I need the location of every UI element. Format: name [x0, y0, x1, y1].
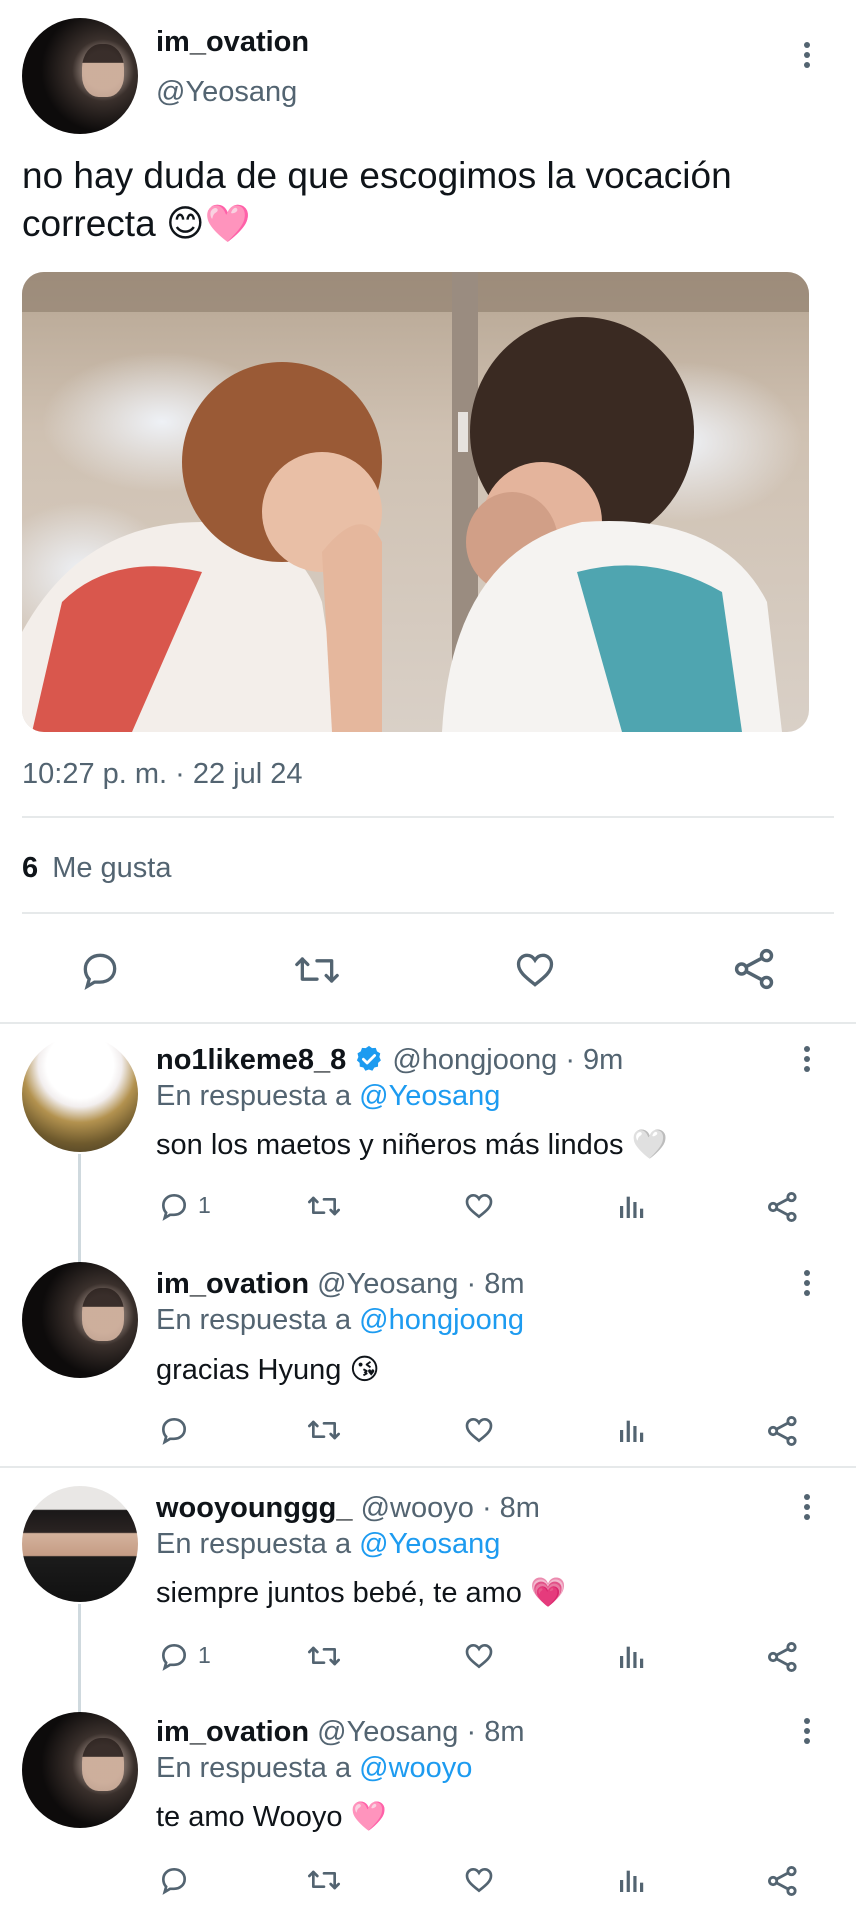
divider — [22, 912, 834, 914]
reply-text: son los maetos y niñeros más lindos 🤍 — [156, 1128, 668, 1162]
reply-context: En respuesta a @wooyo — [156, 1752, 472, 1785]
like-icon[interactable] — [512, 948, 558, 992]
handle[interactable]: @Yeosang — [317, 1716, 458, 1748]
display-name[interactable]: wooyounggg_ — [156, 1492, 353, 1524]
reply-emoji: 😘 — [349, 1354, 380, 1386]
display-name[interactable]: im_ovation — [156, 1268, 309, 1300]
share-icon[interactable] — [766, 1414, 800, 1448]
divider — [22, 816, 834, 818]
reply-prefix: En respuesta a — [156, 1304, 352, 1336]
reply-prefix: En respuesta a — [156, 1080, 352, 1112]
timestamp[interactable]: 10:27 p. m. · 22 jul 24 — [22, 758, 303, 791]
photo-illustration — [22, 272, 809, 732]
reply-text-body: gracias Hyung — [156, 1354, 342, 1386]
reply-header: im_ovation @Yeosang · 8m — [156, 1716, 524, 1749]
tweet-text-line-2-text: correcta — [22, 203, 156, 244]
thread-line — [78, 1154, 81, 1264]
reply-time[interactable]: · 8m — [466, 1716, 524, 1748]
share-icon[interactable] — [766, 1640, 800, 1674]
reply-header: no1likeme8_8 @hongjoong · 9m — [156, 1044, 623, 1077]
avatar[interactable] — [22, 1486, 138, 1602]
handle[interactable]: @Yeosang — [156, 76, 297, 109]
reply-prefix: En respuesta a — [156, 1528, 352, 1560]
reply-header: im_ovation @Yeosang · 8m — [156, 1268, 524, 1301]
reply-text-body: son los maetos y niñeros más lindos — [156, 1129, 624, 1161]
avatar[interactable] — [22, 1262, 138, 1378]
reply-emoji: 💗 — [530, 1577, 567, 1609]
avatar[interactable] — [22, 18, 138, 134]
reply-text-body: te amo Wooyo — [156, 1801, 343, 1833]
tweet-image[interactable] — [22, 272, 809, 732]
display-name[interactable]: no1likeme8_8 — [156, 1044, 346, 1076]
display-name[interactable]: im_ovation — [156, 1716, 309, 1748]
reply-count: 1 — [198, 1642, 211, 1668]
reply-icon[interactable] — [78, 948, 122, 992]
reply-time[interactable]: · 9m — [565, 1044, 623, 1076]
reply-context: En respuesta a @hongjoong — [156, 1304, 524, 1337]
reply-time[interactable]: · 8m — [482, 1492, 540, 1524]
share-icon[interactable] — [732, 946, 778, 992]
display-name[interactable]: im_ovation — [156, 26, 309, 59]
like-icon[interactable] — [462, 1864, 496, 1896]
reply-context: En respuesta a @Yeosang — [156, 1080, 500, 1113]
reply-icon[interactable] — [158, 1864, 190, 1896]
reply-icon[interactable] — [158, 1190, 190, 1222]
reply-header: wooyounggg_ @wooyo · 8m — [156, 1492, 540, 1525]
share-icon[interactable] — [766, 1190, 800, 1224]
tweet-text-line-2: correcta 😊🩷 — [22, 200, 842, 248]
like-icon[interactable] — [462, 1414, 496, 1446]
analytics-icon[interactable] — [616, 1864, 648, 1896]
mention-link[interactable]: @hongjoong — [359, 1304, 524, 1336]
mention-link[interactable]: @Yeosang — [359, 1080, 500, 1112]
more-options-icon[interactable] — [803, 1270, 811, 1300]
tweet-text-line-1: no hay duda de que escogimos la vocación — [22, 155, 732, 196]
like-icon[interactable] — [462, 1640, 496, 1672]
likes-label: Me gusta — [52, 852, 172, 884]
handle[interactable]: @Yeosang — [317, 1268, 458, 1300]
verified-badge-icon — [357, 1045, 382, 1071]
reply-icon[interactable] — [158, 1640, 190, 1672]
handle[interactable]: @hongjoong — [392, 1044, 557, 1076]
avatar[interactable] — [22, 1036, 138, 1152]
reply-text: te amo Wooyo 🩷 — [156, 1800, 387, 1834]
analytics-icon[interactable] — [616, 1640, 648, 1672]
reply-text: gracias Hyung 😘 — [156, 1352, 380, 1387]
like-icon[interactable] — [462, 1190, 496, 1222]
avatar[interactable] — [22, 1712, 138, 1828]
reply-icon[interactable] — [158, 1414, 190, 1446]
retweet-icon[interactable] — [306, 1414, 342, 1446]
share-icon[interactable] — [766, 1864, 800, 1898]
likes-summary[interactable]: 6 Me gusta — [22, 852, 172, 885]
mention-link[interactable]: @Yeosang — [359, 1528, 500, 1560]
analytics-icon[interactable] — [616, 1414, 648, 1446]
mention-link[interactable]: @wooyo — [359, 1752, 472, 1784]
tweet-text: no hay duda de que escogimos la vocación… — [22, 152, 842, 248]
retweet-icon[interactable] — [293, 948, 341, 992]
retweet-icon[interactable] — [306, 1190, 342, 1222]
more-options-icon[interactable] — [803, 42, 811, 72]
reply-text-body: siempre juntos bebé, te amo — [156, 1577, 522, 1609]
reply-emoji: 🩷 — [350, 1801, 387, 1833]
likes-count: 6 — [22, 852, 39, 884]
reply-prefix: En respuesta a — [156, 1752, 352, 1784]
more-options-icon[interactable] — [803, 1046, 811, 1076]
more-options-icon[interactable] — [803, 1494, 811, 1524]
reply-count: 1 — [198, 1192, 211, 1218]
handle[interactable]: @wooyo — [361, 1492, 474, 1524]
reply-time[interactable]: · 8m — [466, 1268, 524, 1300]
thread-line — [78, 1604, 81, 1714]
retweet-icon[interactable] — [306, 1640, 342, 1672]
reply-context: En respuesta a @Yeosang — [156, 1528, 500, 1561]
reply-text: siempre juntos bebé, te amo 💗 — [156, 1576, 566, 1610]
tweet-emoji: 😊🩷 — [165, 203, 251, 244]
divider — [0, 1022, 856, 1024]
divider — [0, 1466, 856, 1468]
analytics-icon[interactable] — [616, 1190, 648, 1222]
more-options-icon[interactable] — [803, 1718, 811, 1748]
retweet-icon[interactable] — [306, 1864, 342, 1896]
reply-emoji: 🤍 — [631, 1129, 668, 1161]
